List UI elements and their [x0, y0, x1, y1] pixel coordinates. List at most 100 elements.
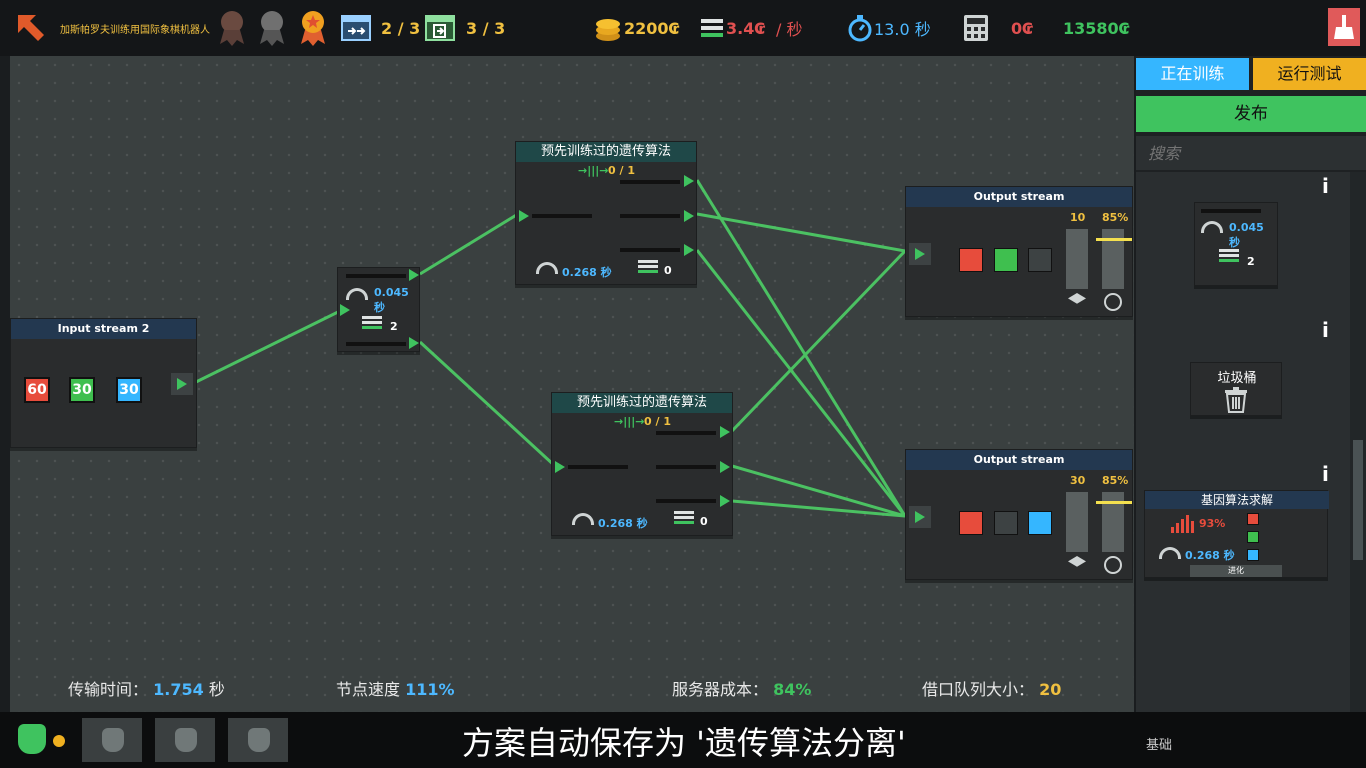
income-value: 3.4₢ [726, 18, 766, 38]
input-value-green: 30 [69, 377, 95, 403]
node-canvas[interactable]: Input stream 2 60 30 30 0.045 秒 2 预先训练过的… [10, 56, 1134, 712]
splitter-in-port[interactable] [340, 304, 350, 316]
input-output-port[interactable] [171, 373, 193, 395]
calculator-icon [963, 0, 989, 56]
tab-training[interactable]: 正在训练 [1136, 58, 1249, 90]
output-stream-node-bottom[interactable]: Output stream 30 85% [905, 449, 1133, 580]
layers-icon [1068, 293, 1086, 304]
genetic-top-out-1[interactable] [684, 175, 694, 187]
splitter-node[interactable]: 0.045 秒 2 [337, 267, 420, 352]
server-cost-value: 84% [773, 680, 812, 699]
genetic-top-ratio: 0 / 1 [608, 164, 635, 177]
project-title: 加斯帕罗夫训练用国际象棋机器人 [60, 24, 210, 36]
cost-value: 0₢ [1011, 18, 1034, 38]
output-bottom-percent: 85% [1102, 474, 1129, 487]
node-speed-stat: 节点速度 111% [336, 676, 455, 700]
genetic-algorithm-node-bottom[interactable]: 预先训练过的遗传算法 →|||→ 0 / 1 0.268 秒 0 [551, 392, 733, 536]
genetic-bottom-count: 0 [700, 515, 708, 528]
ratio-icon: →|||→ [614, 415, 645, 428]
genetic-bottom-out-2[interactable] [720, 461, 730, 473]
info-icon[interactable]: i [1322, 462, 1329, 486]
sidebar-splitter-count: 2 [1247, 255, 1255, 268]
sidebar-scrollbar[interactable] [1350, 172, 1366, 712]
medal-silver-icon [255, 0, 289, 56]
income-unit: / 秒 [776, 20, 803, 39]
medal-bronze-icon [215, 0, 249, 56]
publish-button[interactable]: 发布 [1136, 96, 1366, 132]
speed-gauge-icon [536, 262, 558, 274]
trash-label: 垃圾桶 [1217, 371, 1257, 386]
search-input[interactable] [1136, 136, 1366, 170]
output-top-in-port[interactable] [909, 243, 931, 265]
coins-icon [594, 0, 622, 56]
clear-broom-button[interactable] [1328, 8, 1360, 46]
output-top-slot-green [994, 248, 1018, 272]
output-bottom-in-port[interactable] [909, 506, 931, 528]
input-value-red: 60 [24, 377, 50, 403]
queue-stack-icon [638, 260, 658, 275]
genetic-out-red [1247, 513, 1259, 525]
layers-icon [1068, 556, 1086, 567]
level-b-counter: 3 / 3 [466, 18, 506, 38]
info-icon[interactable]: i [1322, 318, 1329, 342]
level-queue-icon [341, 0, 371, 56]
genetic-top-speed: 0.268 秒 [562, 266, 612, 279]
notification-dot [53, 735, 65, 747]
genetic-item-title: 基因算法求解 [1145, 491, 1329, 509]
node-speed-value: 111% [405, 680, 455, 699]
speed-gauge-icon [1159, 547, 1181, 559]
output-bottom-slot-blue [1028, 511, 1052, 535]
bot-slot-1[interactable] [82, 718, 142, 762]
queue-stack-icon [674, 511, 694, 526]
tab-test-label: 运行测试 [1277, 64, 1342, 83]
stopwatch-icon [848, 0, 872, 56]
level-exit-icon [425, 0, 455, 56]
active-bot-icon[interactable] [18, 724, 46, 754]
tab-run-test[interactable]: 运行测试 [1253, 58, 1366, 90]
genetic-bottom-out-3[interactable] [720, 495, 730, 507]
genetic-top-out-2[interactable] [684, 210, 694, 222]
output-bottom-slot-empty [994, 511, 1018, 535]
splitter-out-port-2[interactable] [409, 337, 419, 349]
queue-stack-icon [1219, 249, 1239, 264]
timer-value: 13.0 秒 [874, 20, 931, 39]
genetic-bottom-in[interactable] [555, 461, 565, 473]
node-speed-label: 节点速度 [336, 680, 401, 699]
evolve-button[interactable]: 进化 [1190, 565, 1282, 577]
sidebar-splitter-item[interactable]: 0.045 秒 2 [1194, 202, 1278, 286]
output-stream-node-top[interactable]: Output stream 10 85% [905, 186, 1133, 317]
transfer-label: 传输时间： [68, 680, 149, 699]
genetic-out-green [1247, 531, 1259, 543]
genetic-top-title: 预先训练过的遗传算法 [516, 142, 696, 162]
sidebar-trash-item[interactable]: 垃圾桶 [1190, 362, 1282, 416]
output-top-count: 10 [1070, 211, 1086, 224]
level-a-counter: 2 / 3 [381, 18, 421, 38]
info-icon[interactable]: i [1322, 174, 1329, 198]
server-cost-label: 服务器成本： [672, 680, 769, 699]
money-value: 2200₢ [624, 18, 680, 38]
splitter-out-port-1[interactable] [409, 269, 419, 281]
back-arrow-icon[interactable] [14, 0, 48, 56]
input-value-blue: 30 [116, 377, 142, 403]
component-sidebar: 正在训练 运行测试 发布 i 0.045 秒 2 i 垃圾桶 i 基因算法求解 … [1136, 56, 1366, 712]
bot-slot-2[interactable] [155, 718, 215, 762]
input-stream-node[interactable]: Input stream 2 60 30 30 [10, 318, 197, 448]
output-top-title: Output stream [906, 187, 1132, 207]
genetic-top-in[interactable] [519, 210, 529, 222]
splitter-count: 2 [390, 320, 398, 333]
fitness-bars-icon [1171, 515, 1194, 533]
transfer-value: 1.754 [153, 680, 204, 699]
income-server-icon [700, 0, 724, 56]
top-bar: 加斯帕罗夫训练用国际象棋机器人 2 / 3 3 / 3 2200₢ 3.4₢ /… [0, 0, 1366, 56]
bot-slot-3[interactable] [228, 718, 288, 762]
score-value: 13580₢ [1063, 18, 1130, 38]
splitter-speed: 0.045 秒 [374, 286, 409, 314]
sidebar-genetic-item[interactable]: 基因算法求解 93% 0.268 秒 进化 [1144, 490, 1329, 578]
genetic-top-out-3[interactable] [684, 244, 694, 256]
genetic-bottom-out-1[interactable] [720, 426, 730, 438]
genetic-item-percent: 93% [1199, 517, 1226, 530]
input-stream-title: Input stream 2 [11, 319, 196, 339]
queue-label: 借口队列大小： [922, 680, 1035, 699]
genetic-algorithm-node-top[interactable]: 预先训练过的遗传算法 →|||→ 0 / 1 0.268 秒 0 [515, 141, 697, 285]
autosave-message: 方案自动保存为 '遗传算法分离' [462, 724, 906, 762]
